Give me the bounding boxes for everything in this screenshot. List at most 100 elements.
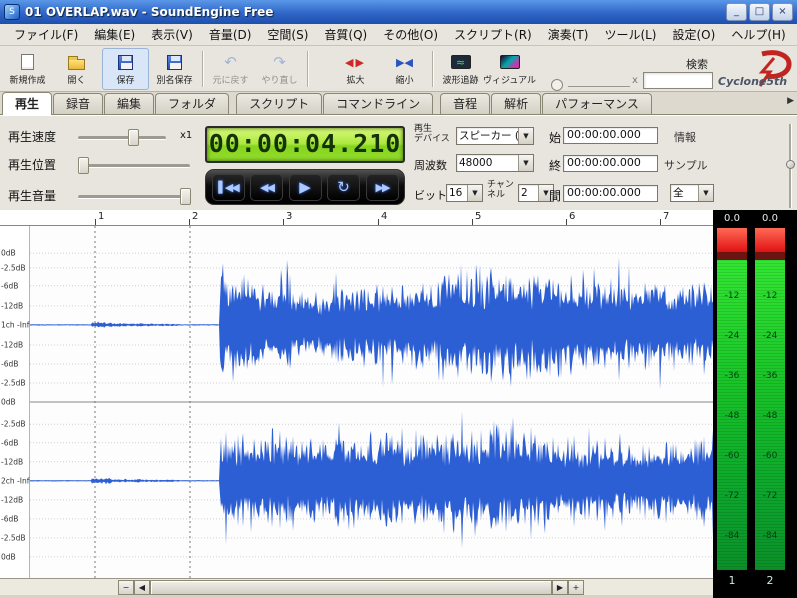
chevron-down-icon[interactable]: ▼ [518, 128, 533, 144]
tab-script[interactable]: スクリプト [236, 93, 323, 114]
meter-scale-label: -24 [724, 331, 740, 342]
close-button[interactable]: × [772, 3, 793, 21]
all-select[interactable]: 全 ▼ [670, 184, 714, 202]
ruler-mark: 1 [98, 211, 105, 222]
end-time-field[interactable]: 00:00:00.000 [563, 155, 658, 172]
horizontal-scrollbar: − ◀ ▶ + [0, 578, 713, 595]
scroll-left-arrow[interactable]: ◀ [134, 580, 150, 595]
menu-settings[interactable]: 設定(O) [665, 24, 724, 45]
tab-play[interactable]: 再生 [2, 92, 53, 115]
menu-view[interactable]: 表示(V) [143, 24, 201, 45]
speed-slider-thumb[interactable] [128, 129, 139, 146]
menu-other[interactable]: その他(O) [375, 24, 446, 45]
meter-scale-label: -72 [724, 490, 740, 501]
chevron-down-icon[interactable]: ▼ [698, 185, 713, 201]
level-meter-2: -12 -24 -36 -48 -60 -72 -84 [755, 228, 785, 570]
menu-volume[interactable]: 音量(D) [201, 24, 260, 45]
position-slider-track[interactable] [78, 164, 190, 168]
menu-bar: ファイル(F) 編集(E) 表示(V) 音量(D) 空間(S) 音質(Q) その… [0, 24, 797, 46]
skip-start-button[interactable]: ▌◀◀ [211, 173, 245, 201]
save-button[interactable]: 保存 [102, 48, 149, 90]
db-row-label: -6dB [1, 359, 19, 369]
menu-file[interactable]: ファイル(F) [6, 24, 86, 45]
tab-performance[interactable]: パフォーマンス [542, 93, 652, 114]
menu-tools[interactable]: ツール(L) [596, 24, 664, 45]
zoom-in-button[interactable]: ◀▶ 拡大 [332, 48, 379, 90]
channel-label: チャン ネル [487, 180, 514, 200]
meter-channel-number-2: 2 [766, 574, 774, 587]
tab-folder[interactable]: フォルダ [155, 93, 230, 114]
start-time-field[interactable]: 00:00:00.000 [563, 127, 658, 144]
meter-channel-number-1: 1 [728, 574, 736, 587]
db-row-label: -12dB [1, 495, 24, 505]
zoom-out-button-small[interactable]: − [118, 580, 134, 595]
chevron-down-icon[interactable]: ▼ [518, 155, 533, 171]
new-file-button[interactable]: 新規作成 [4, 48, 51, 90]
panel-vertical-slider-knob[interactable] [786, 160, 795, 169]
frequency-select[interactable]: 48000 ▼ [456, 154, 534, 172]
waveform-canvas[interactable] [30, 226, 713, 578]
tab-edit[interactable]: 編集 [104, 93, 155, 114]
zoom-in-button-small[interactable]: + [568, 580, 584, 595]
redo-icon: ↷ [273, 52, 286, 71]
maximize-button[interactable]: □ [749, 3, 770, 21]
bit-select[interactable]: 16 ▼ [446, 184, 483, 202]
scrollbar-thumb[interactable] [150, 580, 552, 595]
undo-button[interactable]: ↶ 元に戻す [207, 48, 254, 90]
redo-button[interactable]: ↷ やり直し [256, 48, 303, 90]
volume-slider-thumb[interactable] [180, 188, 191, 205]
channel-2-label: 2ch -InfdB [1, 476, 40, 486]
speed-slider-track[interactable] [78, 136, 166, 140]
menu-help[interactable]: ヘルプ(H) [723, 24, 793, 45]
loop-button[interactable]: ↻ [327, 173, 360, 201]
minimize-button[interactable]: _ [726, 3, 747, 21]
mini-slider-track[interactable] [568, 86, 630, 87]
visual-button[interactable]: ヴィジュアル [483, 48, 536, 90]
ruler-tick [283, 219, 284, 225]
tab-analysis[interactable]: 解析 [491, 93, 542, 114]
info-label: 情報 [674, 131, 696, 144]
wave-trace-button[interactable]: ≈ 波形追跡 [437, 48, 484, 90]
menu-space[interactable]: 空間(S) [259, 24, 316, 45]
soundengine-window: S 01 OVERLAP.wav - SoundEngine Free _ □ … [0, 0, 797, 598]
start-label: 始 [549, 131, 562, 145]
menu-play[interactable]: 演奏(T) [540, 24, 597, 45]
channel-1-label: 1ch -InfdB [1, 320, 40, 330]
chevron-down-icon[interactable]: ▼ [467, 185, 482, 201]
rewind-button[interactable]: ◀◀ [250, 173, 283, 201]
new-file-icon [21, 54, 34, 70]
tab-record[interactable]: 録音 [53, 93, 104, 114]
position-slider-thumb[interactable] [78, 157, 89, 174]
ruler-tick [472, 219, 473, 225]
knob-icon[interactable] [551, 79, 563, 91]
sample-label: サンプル [664, 159, 708, 172]
range-time-field[interactable]: 00:00:00.000 [563, 185, 658, 202]
open-button[interactable]: 開く [53, 48, 100, 90]
menu-quality[interactable]: 音質(Q) [316, 24, 375, 45]
visual-icon [499, 55, 520, 69]
play-button[interactable]: ▶ [288, 173, 322, 201]
fast-forward-button[interactable]: ▶▶ [365, 173, 399, 201]
toolbar-separator [432, 51, 434, 87]
db-row-label: -2.5dB [1, 378, 26, 388]
title-bar: S 01 OVERLAP.wav - SoundEngine Free _ □ … [0, 0, 797, 24]
tab-pitch[interactable]: 音程 [440, 93, 491, 114]
zoom-out-button[interactable]: ▶◀ 縮小 [381, 48, 428, 90]
db-row-label: -6dB [1, 514, 19, 524]
ruler-tick [95, 219, 96, 225]
menu-script[interactable]: スクリプト(R) [446, 24, 540, 45]
device-label: 再生 デバイス [414, 124, 450, 144]
search-input[interactable] [643, 72, 713, 89]
time-ruler[interactable]: 1 2 3 4 5 6 7 [0, 210, 713, 226]
ruler-mark: 3 [286, 211, 293, 222]
save-as-button[interactable]: 別名保存 [151, 48, 198, 90]
scroll-right-arrow[interactable]: ▶ [552, 580, 568, 595]
menu-edit[interactable]: 編集(E) [86, 24, 143, 45]
db-scale: 0dB -2.5dB -6dB -12dB 1ch -InfdB -12dB -… [0, 226, 40, 578]
tab-overflow-arrow[interactable]: ▶ [787, 96, 794, 106]
search-clear-button[interactable]: x [632, 75, 638, 86]
device-select[interactable]: スピーカー ( ▼ [456, 127, 534, 145]
bit-label: ビット [414, 189, 447, 202]
tab-commandline[interactable]: コマンドライン [323, 93, 434, 114]
volume-slider-track[interactable] [78, 195, 190, 199]
